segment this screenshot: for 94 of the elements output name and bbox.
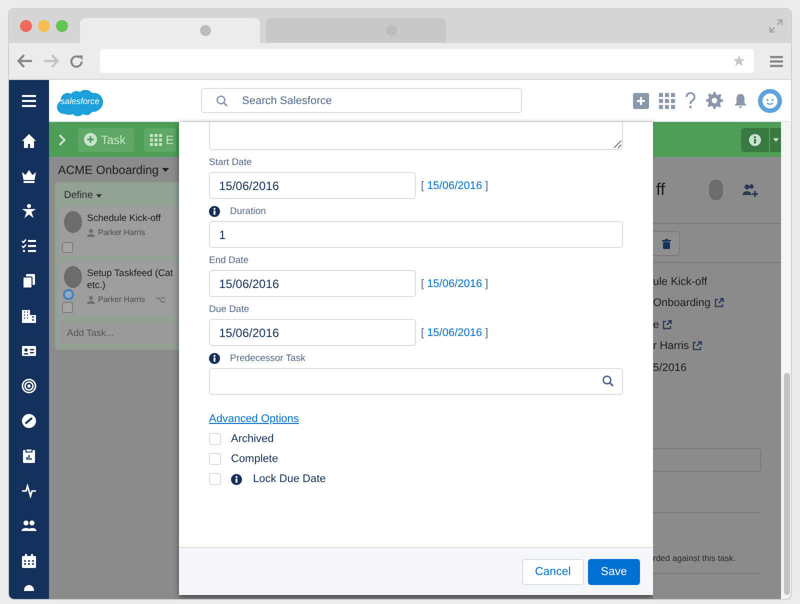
advanced-options-link[interactable]: Advanced Options <box>209 413 299 425</box>
project-menu[interactable]: ACME Onboarding <box>49 157 179 182</box>
field-value: e <box>653 318 660 331</box>
window-control-icon[interactable] <box>56 20 68 32</box>
clipboard-icon[interactable] <box>21 448 37 464</box>
search-field[interactable]: Search Salesforce <box>201 88 522 113</box>
bracket: ] <box>485 326 488 338</box>
bracket: ] <box>485 180 488 192</box>
task-title: ff <box>656 180 666 200</box>
pulse-icon[interactable] <box>21 483 37 499</box>
bell-icon[interactable] <box>733 92 748 108</box>
documents-icon[interactable] <box>21 273 37 289</box>
person-icon <box>87 228 95 236</box>
reload-icon[interactable] <box>69 54 84 68</box>
date-link[interactable]: 15/06/2016 <box>427 326 482 338</box>
external-link-icon[interactable] <box>692 341 702 352</box>
task-title: Schedule Kick-off <box>87 213 161 225</box>
add-person-icon[interactable] <box>742 182 758 198</box>
avatar-photo <box>64 266 82 288</box>
save-button[interactable]: Save <box>588 558 640 584</box>
lookup-field[interactable] <box>209 368 623 395</box>
figure-icon[interactable] <box>21 203 37 219</box>
chevron-icon[interactable] <box>58 134 66 146</box>
date-field[interactable]: 15/06/2016 <box>209 172 416 199</box>
field-label: Start Date <box>209 156 252 168</box>
home-icon[interactable] <box>21 133 37 149</box>
help-icon[interactable] <box>685 92 696 109</box>
buildings-icon[interactable] <box>21 308 37 324</box>
info-icon <box>749 134 761 146</box>
menu-icon[interactable] <box>22 95 36 107</box>
checkbox-label: Complete <box>231 453 278 465</box>
cancel-button[interactable]: Cancel <box>522 558 584 584</box>
date-link[interactable]: 15/06/2016 <box>427 278 482 290</box>
bracket: [ <box>421 180 424 192</box>
add-icon[interactable] <box>633 92 649 108</box>
person-icon <box>87 296 95 304</box>
field-value: Onboarding <box>653 297 710 310</box>
checkbox-label: Archived <box>231 433 274 445</box>
search-icon <box>216 95 228 107</box>
contact-card-icon[interactable] <box>21 343 37 359</box>
phase-menu[interactable]: Define <box>59 186 179 207</box>
app-grid-icon[interactable] <box>659 92 675 108</box>
settings-icon[interactable] <box>706 92 723 109</box>
caret-icon <box>96 194 102 198</box>
checkbox[interactable] <box>62 242 73 253</box>
field-value: r Harris <box>653 340 690 352</box>
star-icon[interactable] <box>732 54 746 68</box>
field-label: Duration <box>230 206 266 216</box>
dropdown-button[interactable] <box>769 128 781 152</box>
external-link-icon[interactable] <box>714 298 724 308</box>
field-label: Predecessor Task <box>230 352 306 364</box>
input-field[interactable]: 1 <box>209 221 623 248</box>
task-card[interactable]: Schedule Kick-off Parker Harris <box>59 207 179 256</box>
bracket: [ <box>421 278 424 290</box>
avatar-photo <box>709 180 724 200</box>
checkbox-label: Lock Due Date <box>253 473 326 485</box>
target-icon[interactable] <box>21 378 37 394</box>
assignee-name: Parker Harris <box>98 228 146 237</box>
people-icon[interactable] <box>21 518 37 534</box>
avatar-photo <box>64 211 82 233</box>
add-task-field[interactable]: Add Task... <box>59 322 177 344</box>
bracket: ] <box>485 278 488 290</box>
task-title: Setup Taskfeed (Cat etc.) <box>87 268 173 292</box>
date-field[interactable]: 15/06/2016 <box>209 319 416 346</box>
external-link-icon[interactable] <box>662 320 672 330</box>
delete-button[interactable] <box>653 231 680 256</box>
field-label: Due Date <box>209 304 250 314</box>
back-icon[interactable] <box>17 54 33 68</box>
date-link[interactable]: 15/06/2016 <box>427 180 482 192</box>
field-value: ule Kick-off <box>653 276 708 288</box>
scrollbar[interactable] <box>784 373 790 595</box>
plus-circle-icon <box>84 133 97 146</box>
trash-icon <box>662 238 670 248</box>
calendar-icon[interactable] <box>21 553 37 569</box>
task-card[interactable]: Setup Taskfeed (Cat etc.) Parker Harris <box>59 262 179 316</box>
assignee-name: Parker Harris <box>98 295 146 304</box>
gauge-icon[interactable] <box>21 413 37 429</box>
info-button[interactable] <box>741 128 769 152</box>
avatar-icon[interactable] <box>758 88 782 112</box>
date-field[interactable]: 15/06/2016 <box>209 270 416 297</box>
caret-icon <box>162 168 169 172</box>
grid-icon <box>150 134 162 146</box>
search-icon[interactable] <box>602 375 614 387</box>
caret-icon <box>772 138 778 142</box>
bracket: [ <box>421 326 424 338</box>
window-control-icon[interactable] <box>20 20 32 32</box>
checkbox[interactable] <box>62 302 73 313</box>
field-value: 5/2016 <box>653 362 687 374</box>
field-label: End Date <box>209 254 249 266</box>
input-field[interactable] <box>653 448 761 472</box>
expand-icon[interactable] <box>769 19 783 33</box>
checklist-icon[interactable] <box>21 238 37 254</box>
crown-icon[interactable] <box>21 168 37 184</box>
note-text: rded against this task. <box>653 512 761 574</box>
